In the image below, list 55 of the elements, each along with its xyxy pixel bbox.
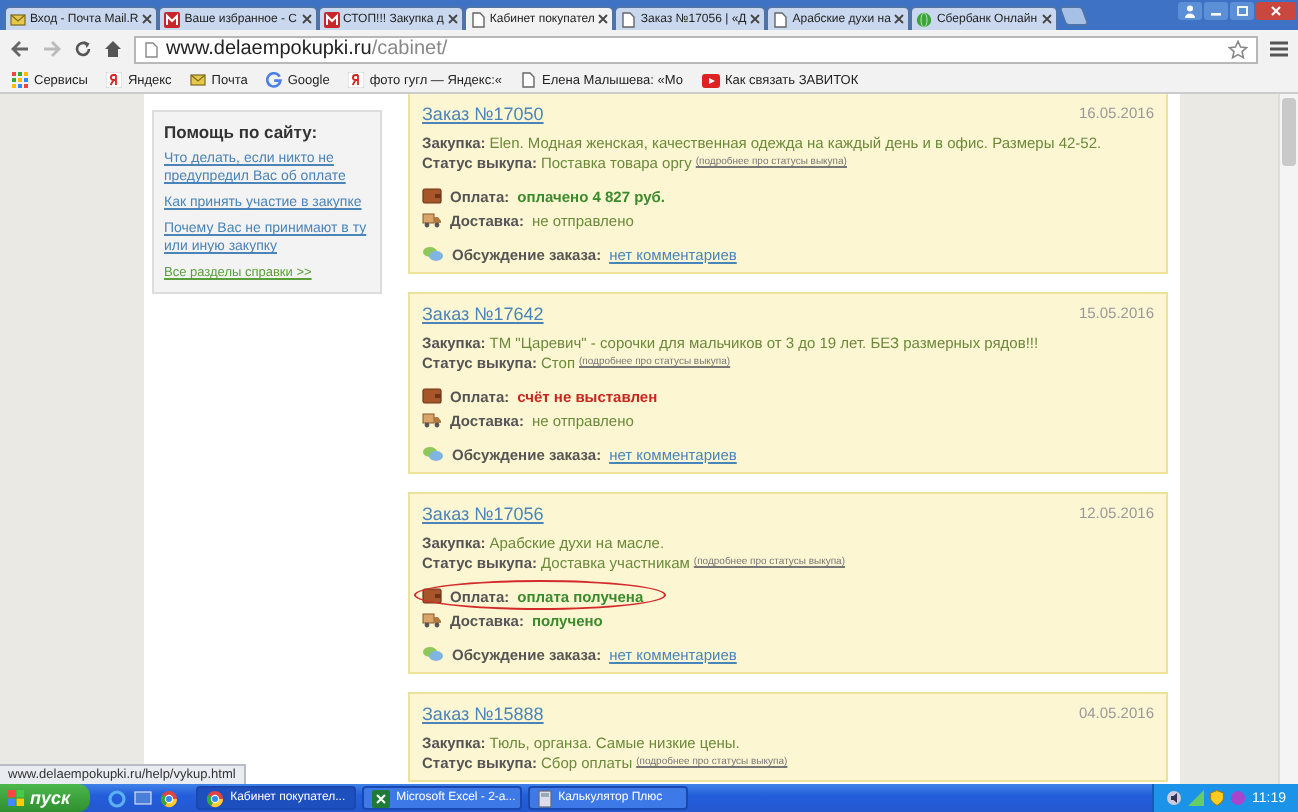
browser-icon[interactable] [160,789,179,807]
truck-icon [422,612,442,628]
page-icon [520,72,537,88]
windows-flag-icon [8,790,24,806]
wallet-icon [422,188,442,204]
browser-icon [206,789,225,807]
order-link[interactable]: Заказ №17642 [422,303,544,323]
calculator-icon [538,789,553,807]
close-icon[interactable] [142,14,153,24]
help-title: Помощь по сайту: [164,122,320,142]
spreadsheet-icon [372,789,391,807]
scrollbar-thumb[interactable] [1282,98,1296,166]
signal-icon [1188,790,1204,806]
page-icon [144,41,158,57]
wallet-icon [422,388,442,404]
envelope-icon [10,11,26,27]
menu-icon[interactable] [1270,40,1288,58]
close-icon[interactable] [301,14,312,24]
truck-icon [422,412,442,428]
truck-icon [422,212,442,228]
close-icon[interactable] [447,14,458,24]
speaker-icon [1166,790,1182,806]
star-icon[interactable] [1228,39,1248,59]
order-link[interactable]: Заказ №17050 [422,103,544,123]
close-icon[interactable] [750,14,761,24]
order-link[interactable]: Заказ №17056 [422,503,544,523]
play-icon [701,73,719,87]
speech-bubbles-icon [422,646,444,662]
letter-m-icon [323,11,340,27]
home-icon[interactable] [104,40,122,58]
envelope-icon [189,72,206,88]
globe-icon [916,11,933,27]
close-icon[interactable] [1041,14,1052,24]
restore-icon[interactable] [1230,2,1254,20]
address-field[interactable]: www.delaempokupki.ru/cabinet/ [134,35,1258,63]
close-icon[interactable] [598,14,609,24]
browser-e-icon[interactable] [108,789,127,807]
close-icon[interactable] [1256,2,1296,20]
letter-g-icon [265,72,282,88]
user-icon[interactable] [1178,2,1202,20]
wallet-icon [422,588,442,604]
desktop-icon[interactable] [134,789,153,807]
start-button[interactable]: пуск [0,784,91,812]
reload-icon[interactable] [74,40,92,58]
shield-icon [1210,790,1224,806]
minimize-icon[interactable] [1204,2,1228,20]
grid-icon [12,72,28,88]
back-arrow-icon[interactable] [10,40,30,58]
close-icon[interactable] [894,14,905,24]
orb-icon [1230,790,1246,806]
speech-bubbles-icon [422,246,444,262]
letter-m-icon [164,11,181,27]
scrollbar[interactable] [1278,94,1298,784]
order-link[interactable]: Заказ №15888 [422,703,544,723]
speech-bubbles-icon [422,446,444,462]
